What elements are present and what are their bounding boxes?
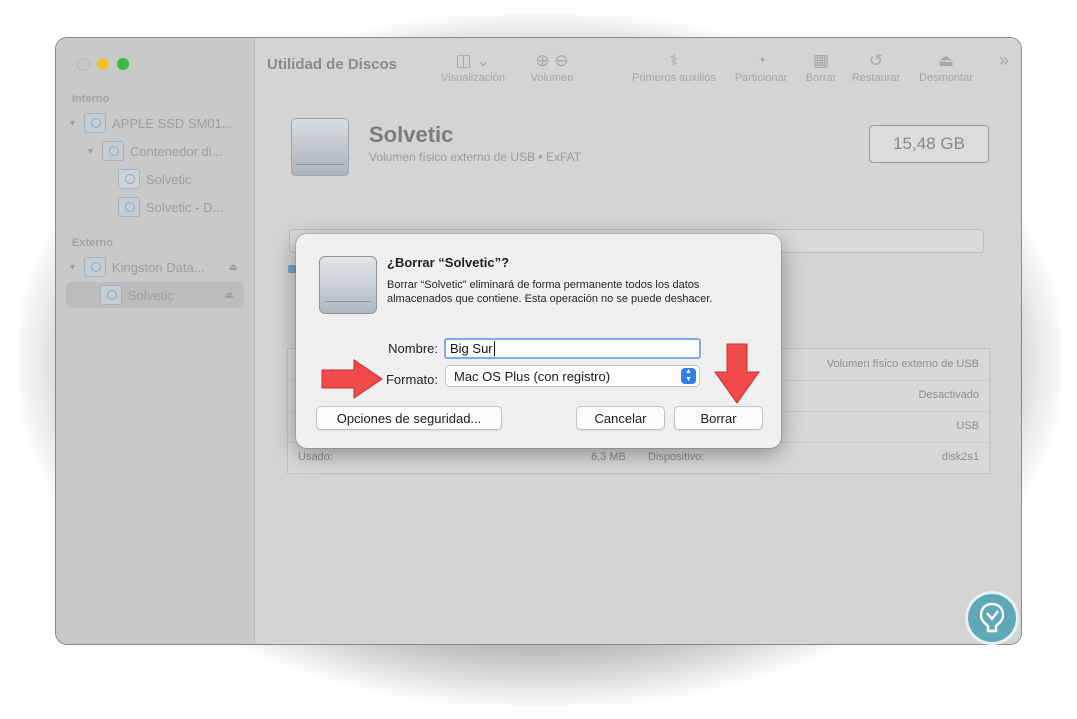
volume-name: Solvetic	[369, 122, 454, 147]
sidebar-section-internal: Interno	[72, 93, 110, 105]
toolbar-label: Particionar	[734, 72, 788, 84]
eraser-icon: ▦	[812, 51, 830, 70]
security-options-button[interactable]: Opciones de seguridad...	[316, 406, 502, 430]
down-arrow-annotation-icon	[714, 343, 760, 404]
stethoscope-icon: ⚕	[669, 51, 679, 70]
name-label: Nombre:	[388, 341, 438, 356]
eject-icon[interactable]: ⏏	[225, 290, 234, 301]
toolbar-overflow-icon[interactable]: »	[999, 50, 1009, 71]
info-used-value: 6,3 MB	[591, 451, 626, 463]
sidebar-item-solvetic-external[interactable]: Solvetic ⏏	[66, 282, 244, 308]
sidebar-item-kingston[interactable]: ▼ Kingston Data... ⏏	[68, 254, 248, 280]
info-used-label: Usado:	[298, 451, 333, 463]
external-disk-icon	[319, 256, 377, 314]
volume-icon	[118, 169, 140, 189]
volume-icon	[118, 197, 140, 217]
sidebar-section-external: Externo	[72, 237, 113, 249]
volume-subtitle: Volumen físico externo de USB • ExFAT	[369, 150, 582, 164]
internal-disk-icon	[84, 113, 106, 133]
chevron-up-down-icon: ▲ ▼	[681, 368, 696, 384]
sidebar-item-label: Contenedor di...	[130, 143, 223, 159]
sidebar-item-label: Solvetic - D...	[146, 199, 224, 215]
sidebar-item-container[interactable]: ▼ Contenedor di...	[86, 138, 248, 164]
plus-minus-icon: ⊕ ⊖	[535, 51, 569, 70]
container-disk-icon	[102, 141, 124, 161]
toolbar-label: Visualización	[440, 72, 505, 84]
toolbar-volume-button[interactable]: ⊕ ⊖ Volumen	[523, 50, 581, 84]
dialog-title: ¿Borrar “Solvetic”?	[387, 255, 510, 270]
name-input[interactable]: Big Sur	[444, 338, 701, 359]
toolbar-label: Volumen	[530, 72, 574, 84]
sidebar-item-solvetic-data[interactable]: Solvetic - D...	[114, 194, 248, 220]
volume-capacity: 15,48 GB	[869, 125, 989, 163]
info-type-value: Volumen físico externo de USB	[826, 358, 979, 370]
format-select[interactable]: Mac OS Plus (con registro) ▲ ▼	[445, 365, 700, 387]
sidebar: Interno ▼ APPLE SSD SM01... ▼ Contenedor…	[56, 38, 255, 644]
toolbar-partition-button[interactable]: ◔ Particionar	[729, 50, 793, 84]
external-volume-icon	[100, 285, 122, 305]
toolbar-label: Primeros auxilios	[632, 72, 716, 84]
toolbar-label: Borrar	[805, 72, 837, 84]
zoom-window-button[interactable]	[117, 58, 129, 70]
restore-icon: ↺	[868, 51, 884, 70]
external-disk-icon	[84, 257, 106, 277]
toolbar-label: Desmontar	[919, 72, 973, 84]
sidebar-item-label: Kingston Data...	[112, 259, 205, 275]
usage-legend-dot	[288, 265, 296, 273]
dialog-message: Borrar “Solvetic” eliminará de forma per…	[387, 279, 713, 305]
cancel-button[interactable]: Cancelar	[576, 406, 665, 430]
minimize-window-button[interactable]	[97, 58, 109, 70]
toolbar-label: Restaurar	[851, 72, 901, 84]
close-window-button[interactable]	[77, 58, 90, 71]
right-arrow-annotation-icon	[321, 359, 383, 399]
toolbar-restore-button[interactable]: ↺ Restaurar	[847, 50, 905, 84]
sidebar-item-apple-ssd[interactable]: ▼ APPLE SSD SM01...	[68, 110, 248, 136]
watermark-logo-icon	[968, 594, 1016, 642]
sidebar-item-label: Solvetic	[146, 171, 192, 187]
eject-icon[interactable]: ⏏	[229, 262, 238, 273]
info-owners-value: Desactivado	[918, 389, 979, 401]
info-device-value: disk2s1	[941, 451, 979, 463]
info-connection-value: USB	[956, 420, 979, 432]
volume-disk-icon	[291, 118, 349, 176]
sidebar-item-solvetic-internal[interactable]: Solvetic	[114, 166, 248, 192]
toolbar-unmount-button[interactable]: ⏏ Desmontar	[914, 50, 978, 84]
sidebar-view-icon: ◫ ⌄	[455, 51, 491, 70]
sidebar-item-label: Solvetic	[128, 287, 174, 303]
text-caret	[493, 341, 495, 356]
chevron-down-icon[interactable]: ▼	[68, 262, 80, 272]
erase-dialog: ¿Borrar “Solvetic”? Borrar “Solvetic” el…	[296, 234, 781, 448]
name-input-value: Big Sur	[450, 341, 493, 356]
pie-chart-icon: ◔	[755, 51, 767, 70]
toolbar-first-aid-button[interactable]: ⚕ Primeros auxilios	[627, 50, 721, 84]
app-title: Utilidad de Discos	[267, 56, 398, 73]
info-device-label: Dispositivo:	[648, 451, 705, 463]
toolbar-erase-button[interactable]: ▦ Borrar	[799, 50, 843, 84]
erase-button[interactable]: Borrar	[674, 406, 763, 430]
toolbar-view-button[interactable]: ◫ ⌄ Visualización	[438, 50, 508, 84]
chevron-down-icon[interactable]: ▼	[68, 118, 80, 128]
format-select-value: Mac OS Plus (con registro)	[454, 368, 611, 384]
eject-icon: ⏏	[937, 51, 955, 70]
chevron-down-icon[interactable]: ▼	[86, 146, 98, 156]
sidebar-item-label: APPLE SSD SM01...	[112, 115, 233, 131]
